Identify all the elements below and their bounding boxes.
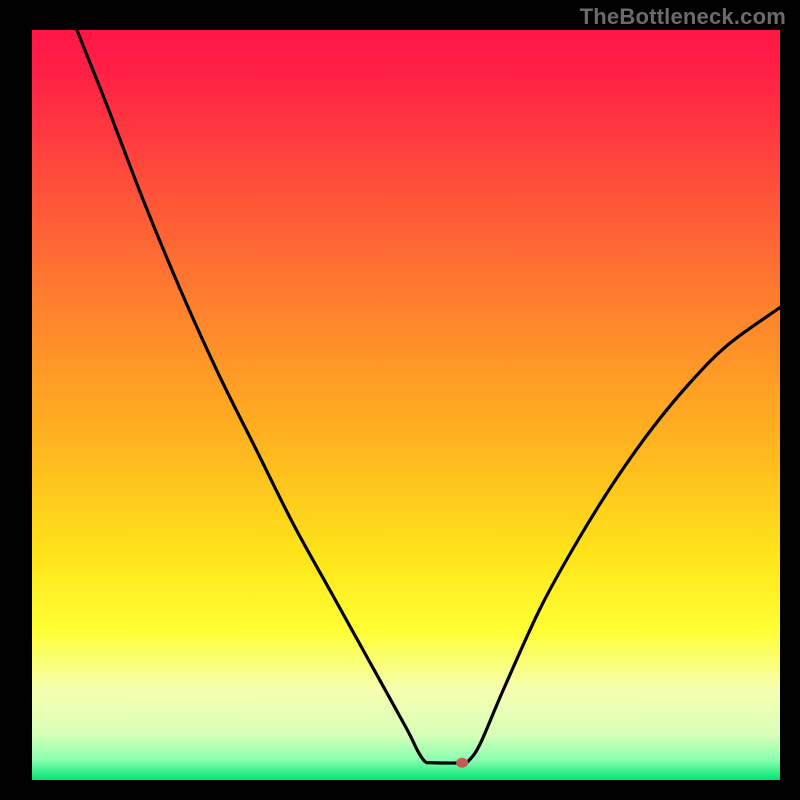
minimum-marker bbox=[456, 758, 468, 768]
watermark-text: TheBottleneck.com bbox=[580, 4, 786, 30]
chart-frame: TheBottleneck.com bbox=[0, 0, 800, 800]
plot-background bbox=[32, 30, 780, 780]
bottleneck-chart bbox=[0, 0, 800, 800]
